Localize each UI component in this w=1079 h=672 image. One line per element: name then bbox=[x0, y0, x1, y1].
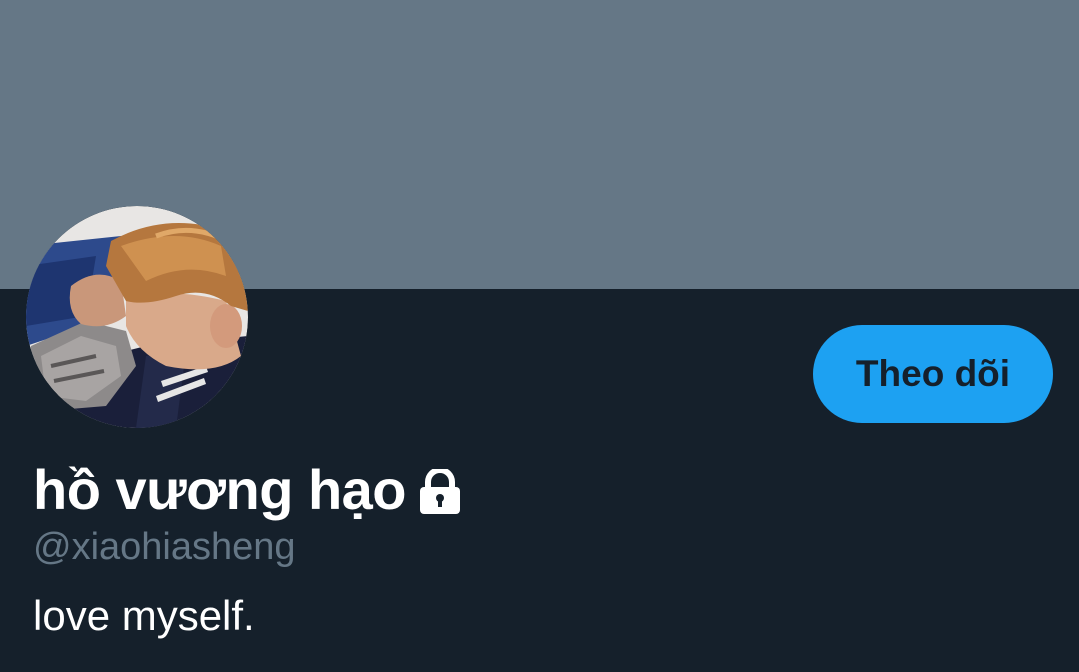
bio: love myself. bbox=[33, 592, 255, 639]
avatar[interactable] bbox=[26, 206, 248, 428]
avatar-photo bbox=[26, 206, 248, 428]
follow-button[interactable]: Theo dõi bbox=[813, 325, 1053, 423]
display-name: hồ vương hạo bbox=[33, 457, 407, 521]
name-row: hồ vương hạo bbox=[33, 452, 462, 526]
lock-icon bbox=[418, 467, 462, 515]
handle: @xiaohiasheng bbox=[33, 526, 296, 568]
